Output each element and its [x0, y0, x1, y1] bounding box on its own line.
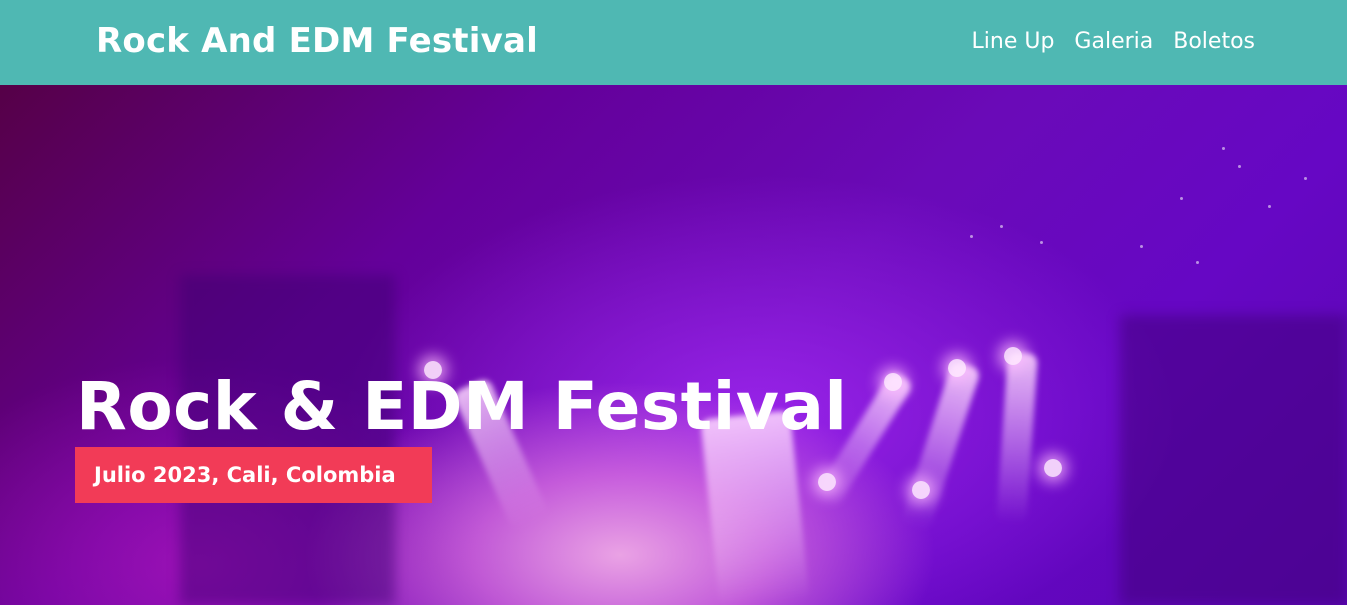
sparkle: [1304, 177, 1307, 180]
sparkle: [1222, 147, 1225, 150]
hero-title: Rock & EDM Festival: [76, 368, 848, 445]
event-date-location-badge: Julio 2023, Cali, Colombia: [75, 447, 432, 503]
sparkle: [1196, 261, 1199, 264]
site-header: Rock And EDM Festival Line Up Galeria Bo…: [0, 0, 1347, 85]
sparkle: [1238, 165, 1241, 168]
main-nav: Line Up Galeria Boletos: [972, 26, 1256, 58]
nav-link-galeria[interactable]: Galeria: [1074, 26, 1153, 58]
sparkle: [1000, 225, 1003, 228]
stage-light: [948, 359, 966, 377]
sparkle: [1140, 245, 1143, 248]
stage-light: [1004, 347, 1022, 365]
stage-light: [912, 481, 930, 499]
site-title[interactable]: Rock And EDM Festival: [96, 18, 538, 64]
light-beam: [996, 351, 1038, 524]
sparkle: [1180, 197, 1183, 200]
nav-link-boletos[interactable]: Boletos: [1173, 26, 1255, 58]
stage-light: [884, 373, 902, 391]
nav-link-line-up[interactable]: Line Up: [972, 26, 1055, 58]
hero-section: Rock & EDM Festival Julio 2023, Cali, Co…: [0, 85, 1347, 605]
right-speaker-shadow: [1120, 315, 1347, 605]
stage-light: [818, 473, 836, 491]
sparkle: [1040, 241, 1043, 244]
sparkle: [970, 235, 973, 238]
stage-light: [1044, 459, 1062, 477]
light-beam: [900, 360, 982, 532]
sparkle: [1268, 205, 1271, 208]
